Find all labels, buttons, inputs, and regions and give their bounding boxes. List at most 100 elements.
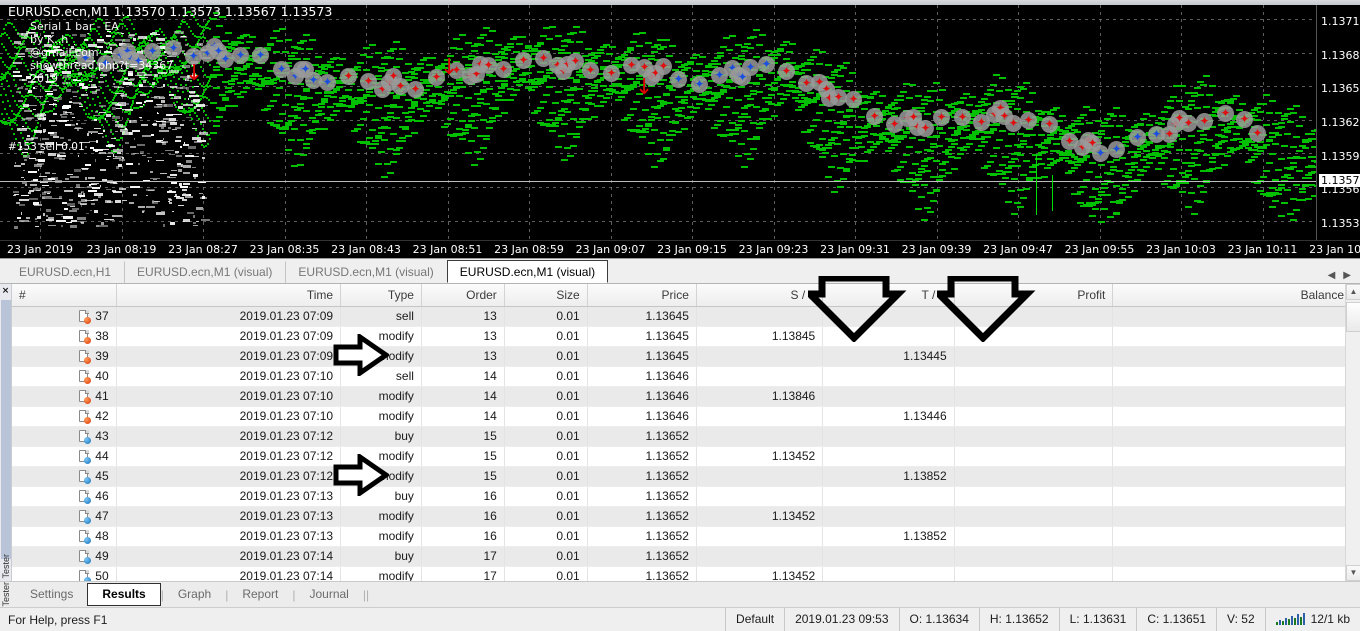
chart-bar (942, 161, 949, 163)
chart-bar (531, 112, 538, 114)
row-id-cell[interactable]: 42 (12, 406, 116, 426)
row-id-cell[interactable]: 38 (12, 326, 116, 346)
tester-tab-settings[interactable]: Settings (16, 584, 87, 605)
chart-bar (951, 168, 958, 170)
chart-bar (176, 101, 178, 103)
column-header-profit[interactable]: Profit (954, 284, 1113, 306)
chart-tab-0[interactable]: EURUSD.ecn,H1 (6, 261, 124, 283)
chart-noise (142, 155, 146, 156)
chart-bar (423, 110, 430, 112)
chart-bar (774, 54, 781, 56)
row-id-cell[interactable]: 41 (12, 386, 116, 406)
chart-bar (657, 48, 664, 50)
column-header-size[interactable]: Size (504, 284, 587, 306)
table-row[interactable]: 392019.01.23 07:09modify130.011.136451.1… (12, 346, 1352, 366)
row-id-cell[interactable]: 43 (12, 426, 116, 446)
chart-bar (897, 99, 904, 101)
table-row[interactable]: 502019.01.23 07:14modify170.011.136521.1… (12, 566, 1352, 581)
chart-bar (657, 160, 664, 162)
tester-tab-results[interactable]: Results (87, 583, 160, 606)
results-vertical-scrollbar[interactable]: ▲ ▼ (1345, 284, 1360, 581)
chart-bar (1017, 206, 1024, 208)
tab-nav-next-icon[interactable]: ▶ (1340, 270, 1354, 281)
cell-time: 2019.01.23 07:14 (116, 546, 340, 566)
chart-noise (142, 211, 144, 213)
table-row[interactable]: 492019.01.23 07:14buy170.011.13652 (12, 546, 1352, 566)
chart-bar (333, 70, 340, 72)
chart-bar (1188, 100, 1195, 102)
chart-bar (570, 118, 577, 120)
tester-tab-graph[interactable]: Graph (164, 584, 225, 605)
row-id-cell[interactable]: 37 (12, 306, 116, 326)
row-id-cell[interactable]: 50 (12, 566, 116, 581)
column-header-time[interactable]: Time (116, 284, 340, 306)
table-row[interactable]: 482019.01.23 07:13modify160.011.136521.1… (12, 526, 1352, 546)
chart-bar (203, 91, 205, 93)
chart-bar (205, 114, 207, 116)
table-row[interactable]: 412019.01.23 07:10modify140.011.136461.1… (12, 386, 1352, 406)
column-header-price[interactable]: Price (587, 284, 696, 306)
chart-bar (363, 69, 370, 71)
chart-bar (915, 151, 922, 153)
column-header-[interactable]: # (12, 284, 116, 306)
chart-bar (240, 91, 247, 93)
scroll-up-icon[interactable]: ▲ (1346, 284, 1360, 300)
column-header-order[interactable]: Order (421, 284, 504, 306)
chart-tab-1[interactable]: EURUSD.ecn,M1 (visual) (124, 261, 285, 283)
table-row[interactable]: 432019.01.23 07:12buy150.011.13652 (12, 426, 1352, 446)
table-row[interactable]: 462019.01.23 07:13buy160.011.13652 (12, 486, 1352, 506)
scroll-down-icon[interactable]: ▼ (1346, 565, 1360, 581)
chart-canvas[interactable]: ✦✦✦✦✦✦✦✦✦✦✦✦✦✦✦✦✦✦✦✦✦✦✦✦✦✦✦✦✦✦✦✦✦✦✦✦✦✦✦✦… (0, 5, 1316, 241)
status-profile[interactable]: Default (725, 608, 784, 631)
price-axis[interactable]: 1.137151.136851.136551.136251.135951.135… (1316, 5, 1360, 241)
tester-left-rail[interactable]: × Tester (0, 284, 12, 581)
tab-nav-controls[interactable]: ◀ ▶ (1325, 270, 1360, 283)
table-row[interactable]: 452019.01.23 07:12modify150.011.136521.1… (12, 466, 1352, 486)
table-row[interactable]: 382019.01.23 07:09modify130.011.136451.1… (12, 326, 1352, 346)
network-bars-icon (1276, 613, 1305, 625)
buy-marker: ✦ (220, 54, 231, 65)
row-id-cell[interactable]: 49 (12, 546, 116, 566)
chart-tab-3[interactable]: EURUSD.ecn,M1 (visual) (447, 260, 608, 283)
scrollbar-thumb[interactable] (1346, 302, 1360, 332)
chart-bar (483, 27, 490, 29)
row-id-cell[interactable]: 46 (12, 486, 116, 506)
chart-bar (1125, 176, 1132, 178)
chart-bar (270, 82, 277, 84)
tester-tab-report[interactable]: Report (228, 584, 292, 605)
column-header-balance[interactable]: Balance (1113, 284, 1352, 306)
table-row[interactable]: 422019.01.23 07:10modify140.011.136461.1… (12, 406, 1352, 426)
time-axis[interactable]: 23 Jan 201923 Jan 08:1923 Jan 08:2723 Ja… (0, 240, 1360, 258)
tester-tab-bar[interactable]: Tester SettingsResults|Graph|Report|Jour… (0, 581, 1360, 607)
row-id-cell[interactable]: 39 (12, 346, 116, 366)
chart-tab-bar[interactable]: EURUSD.ecn,H1EURUSD.ecn,M1 (visual)EURUS… (0, 259, 1360, 284)
tester-tab-journal[interactable]: Journal (295, 584, 362, 605)
table-row[interactable]: 372019.01.23 07:09sell130.011.13645 (12, 306, 1352, 326)
row-id-cell[interactable]: 40 (12, 366, 116, 386)
table-body[interactable]: 372019.01.23 07:09sell130.011.1364538201… (12, 306, 1352, 581)
chart-tab-2[interactable]: EURUSD.ecn,M1 (visual) (285, 261, 446, 283)
chart-bar (1260, 103, 1267, 105)
chart-bar (648, 55, 655, 57)
column-header-tp[interactable]: T / P (823, 284, 954, 306)
column-header-type[interactable]: Type (341, 284, 422, 306)
chart-bar (771, 115, 778, 117)
table-row[interactable]: 402019.01.23 07:10sell140.011.13646 (12, 366, 1352, 386)
close-icon[interactable]: × (2, 286, 10, 296)
row-id-cell[interactable]: 44 (12, 446, 116, 466)
chart-bar (408, 111, 415, 113)
cell-sl: 1.13452 (696, 566, 822, 581)
tab-nav-prev-icon[interactable]: ◀ (1325, 270, 1339, 281)
row-id-cell[interactable]: 45 (12, 466, 116, 486)
column-header-sl[interactable]: S / L (696, 284, 822, 306)
table-header-row[interactable]: #TimeTypeOrderSizePriceS / LT / PProfitB… (12, 284, 1352, 306)
results-grid-wrap[interactable]: #TimeTypeOrderSizePriceS / LT / PProfitB… (12, 284, 1360, 581)
chart-bar (37, 122, 39, 124)
table-row[interactable]: 442019.01.23 07:12modify150.011.136521.1… (12, 446, 1352, 466)
row-id-cell[interactable]: 47 (12, 506, 116, 526)
chart-panel[interactable]: ✦✦✦✦✦✦✦✦✦✦✦✦✦✦✦✦✦✦✦✦✦✦✦✦✦✦✦✦✦✦✦✦✦✦✦✦✦✦✦✦… (0, 0, 1360, 259)
chart-bar (1056, 159, 1063, 161)
row-id-cell[interactable]: 48 (12, 526, 116, 546)
chart-noise (27, 135, 30, 137)
table-row[interactable]: 472019.01.23 07:13modify160.011.136521.1… (12, 506, 1352, 526)
